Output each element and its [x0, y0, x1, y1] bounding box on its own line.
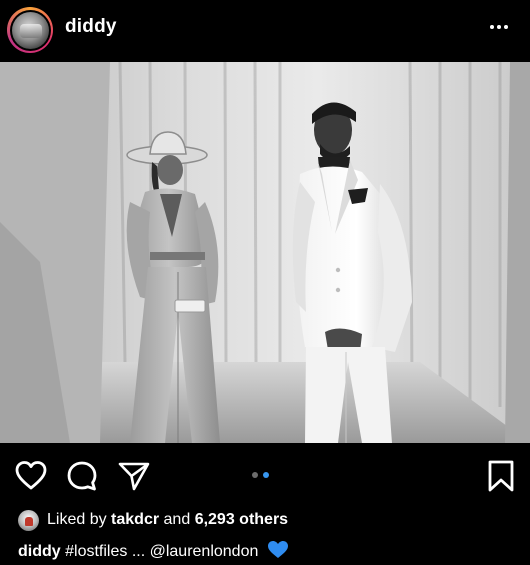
story-ring[interactable]: [7, 7, 53, 53]
more-options-icon[interactable]: [484, 14, 514, 40]
post-header: diddy: [0, 0, 530, 62]
action-bar: [0, 443, 530, 507]
post-photo[interactable]: [0, 62, 530, 443]
heart-outline-icon[interactable]: [14, 459, 48, 493]
likes-connector: and: [163, 511, 191, 528]
caption-text: #lostfiles ... @laurenlondon: [65, 543, 259, 560]
photo-image: [0, 62, 530, 443]
bookmark-outline-icon[interactable]: [486, 459, 516, 493]
post-caption: diddy #lostfiles ... @laurenlondon: [18, 540, 289, 561]
caption-username[interactable]: diddy: [18, 543, 61, 560]
carousel-indicator: [252, 472, 269, 478]
likes-count[interactable]: 6,293 others: [195, 511, 288, 529]
carousel-dot-1: [252, 472, 258, 478]
carousel-dot-2-active: [263, 472, 269, 478]
liker-avatar: [18, 509, 39, 531]
likes-row[interactable]: Liked by takdcr and 6,293 others: [18, 507, 288, 533]
profile-avatar[interactable]: [11, 11, 49, 49]
post-username[interactable]: diddy: [65, 16, 117, 38]
comment-bubble-icon[interactable]: [65, 459, 99, 493]
likes-prefix: Liked by: [47, 511, 107, 528]
paper-plane-icon[interactable]: [117, 459, 151, 493]
liker-username[interactable]: takdcr: [111, 511, 159, 529]
blue-heart-emoji: [267, 541, 288, 558]
instagram-post: diddy Liked by takdcr and 6,293 others d…: [0, 0, 530, 565]
